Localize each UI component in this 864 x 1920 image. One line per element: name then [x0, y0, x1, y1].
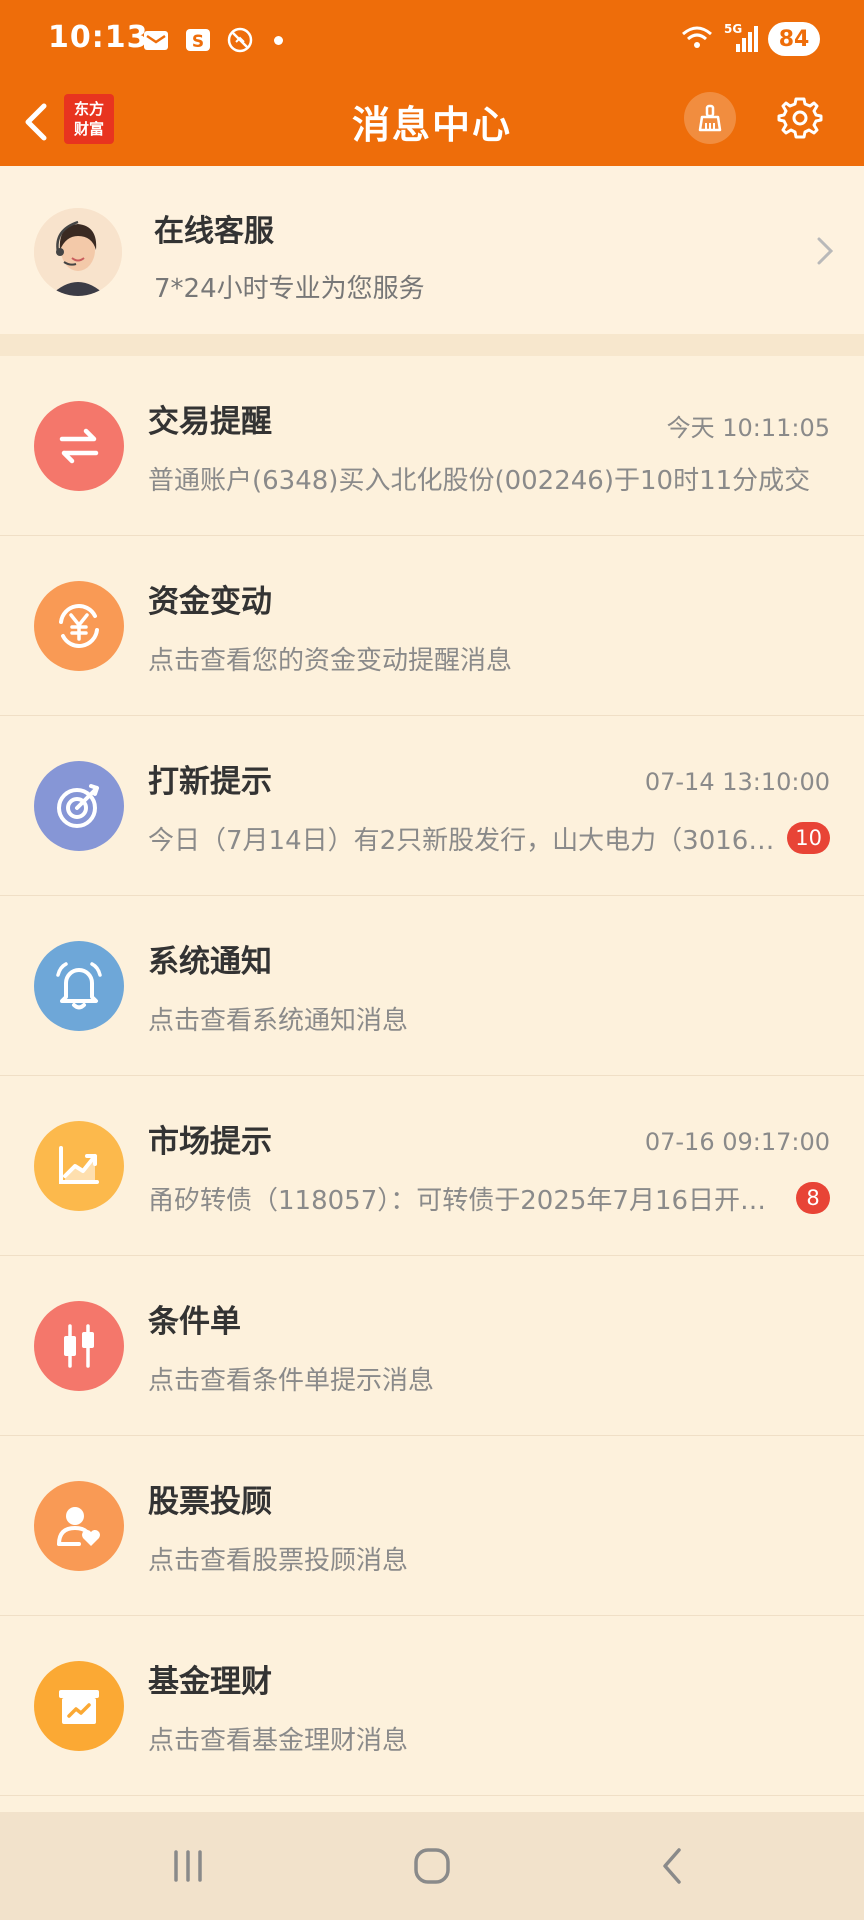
item-icon-circle	[34, 401, 124, 491]
broom-icon	[698, 104, 722, 132]
settings-button[interactable]	[772, 90, 828, 146]
gear-icon	[777, 97, 823, 139]
title-bar: 东方 财富 消息中心	[0, 80, 864, 166]
mail-notification-icon	[144, 31, 168, 50]
service-title: 在线客服	[154, 214, 274, 249]
chevron-right-icon	[816, 236, 834, 270]
item-title: 市场提示	[148, 1124, 272, 1160]
list-item-trade-alert[interactable]: 交易提醒 今天 10:11:05 普通账户(6348)买入北化股份(002246…	[0, 356, 864, 536]
candlestick-icon	[64, 1324, 94, 1368]
trend-icon	[59, 1146, 99, 1184]
item-time: 07-16 09:17:00	[644, 1128, 830, 1156]
item-title: 条件单	[148, 1304, 241, 1340]
exchange-icon	[59, 428, 99, 464]
message-category-list: 交易提醒 今天 10:11:05 普通账户(6348)买入北化股份(002246…	[0, 356, 864, 1796]
item-icon-circle	[34, 1481, 124, 1571]
home-icon	[414, 1848, 450, 1884]
unread-count-badge: 8	[796, 1182, 830, 1214]
item-title: 系统通知	[148, 944, 272, 980]
app-header: 10:13 S 5G 84 东方 财富 消息中心	[0, 0, 864, 166]
yuan-icon	[59, 604, 99, 648]
list-item-conditional-order[interactable]: 条件单 点击查看条件单提示消息	[0, 1256, 864, 1436]
s-app-notification-icon: S	[186, 29, 210, 52]
status-right: 5G 84	[680, 22, 820, 56]
status-bar: 10:13 S 5G 84	[0, 0, 864, 80]
blocked-notification-icon	[227, 27, 253, 53]
back-icon	[663, 1848, 681, 1884]
item-icon-circle	[34, 1301, 124, 1391]
section-divider	[0, 334, 864, 356]
item-description: 甬矽转债（118057）：可转债于2025年7月16日开始转股	[148, 1186, 788, 1216]
item-description: 点击查看股票投顾消息	[148, 1546, 409, 1576]
item-time: 07-14 13:10:00	[644, 768, 830, 796]
item-title: 交易提醒	[148, 404, 272, 440]
recent-apps-icon	[174, 1850, 202, 1882]
home-button[interactable]	[392, 1838, 472, 1894]
recent-apps-button[interactable]	[148, 1838, 228, 1894]
battery-indicator: 84	[768, 22, 820, 56]
cellular-signal-icon: 5G	[724, 22, 758, 54]
item-description: 点击查看您的资金变动提醒消息	[148, 646, 513, 676]
target-icon	[57, 784, 99, 828]
nav-back-button[interactable]	[632, 1838, 712, 1894]
item-icon-circle	[34, 761, 124, 851]
bell-icon	[56, 962, 102, 1010]
fund-icon	[59, 1690, 99, 1724]
item-description: 点击查看条件单提示消息	[148, 1366, 435, 1396]
item-description: 点击查看基金理财消息	[148, 1726, 409, 1756]
item-icon-circle	[34, 1121, 124, 1211]
unread-count-badge: 10	[787, 822, 830, 854]
item-icon-circle	[34, 941, 124, 1031]
notification-icons: S	[142, 26, 283, 54]
list-item-fund-finance[interactable]: 基金理财 点击查看基金理财消息	[0, 1616, 864, 1796]
item-title: 基金理财	[148, 1664, 272, 1700]
item-time: 今天 10:11:05	[666, 414, 830, 442]
list-item-fund-change[interactable]: 资金变动 点击查看您的资金变动提醒消息	[0, 536, 864, 716]
online-service-card[interactable]: 在线客服 7*24小时专业为您服务	[0, 166, 864, 334]
item-title: 股票投顾	[148, 1484, 272, 1520]
service-subtitle: 7*24小时专业为您服务	[154, 274, 425, 304]
item-description: 普通账户(6348)买入北化股份(002246)于10时11分成交	[148, 466, 811, 496]
wifi-icon	[682, 26, 712, 48]
list-item-market-alert[interactable]: 市场提示 07-16 09:17:00 甬矽转债（118057）：可转债于202…	[0, 1076, 864, 1256]
more-notifications-dot	[274, 35, 283, 45]
system-navigation-bar	[0, 1812, 864, 1920]
item-icon-circle	[34, 581, 124, 671]
item-icon-circle	[34, 1661, 124, 1751]
status-time: 10:13	[48, 20, 149, 55]
item-description: 点击查看系统通知消息	[148, 1006, 409, 1036]
list-item-stock-advisor[interactable]: 股票投顾 点击查看股票投顾消息	[0, 1436, 864, 1616]
svg-text:S: S	[192, 32, 204, 52]
item-description: 今日（7月14日）有2只新股发行，山大电力（301609）	[148, 826, 788, 856]
item-title: 打新提示	[148, 764, 272, 800]
item-title: 资金变动	[148, 584, 272, 620]
list-item-system-notice[interactable]: 系统通知 点击查看系统通知消息	[0, 896, 864, 1076]
clear-messages-button[interactable]	[684, 92, 736, 144]
service-agent-avatar	[34, 208, 122, 296]
advisor-icon	[57, 1507, 100, 1546]
list-item-ipo-alert[interactable]: 打新提示 07-14 13:10:00 今日（7月14日）有2只新股发行，山大电…	[0, 716, 864, 896]
